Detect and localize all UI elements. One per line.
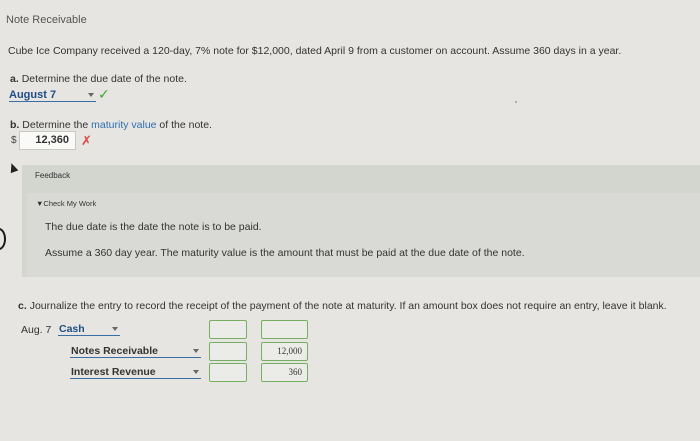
account-select-cash[interactable]: Cash [58,322,120,336]
circle-edge-icon [0,228,6,250]
account-name: Cash [59,322,85,335]
check-my-work-panel [27,193,700,277]
cross-icon: ✗ [81,133,92,148]
part-c-question: c. Journalize the entry to record the re… [18,300,667,312]
maturity-value-input[interactable]: 12,360 [19,131,76,150]
due-date-select[interactable]: August 7 [9,88,96,102]
credit-input-cash[interactable] [261,320,308,339]
feedback-title: Feedback [35,171,71,180]
chevron-down-icon [112,326,118,331]
part-b-question: b. Determine the maturity value of the n… [10,119,212,131]
part-c-letter: c. [18,300,27,312]
problem-statement: Cube Ice Company received a 120-day, 7% … [8,45,622,57]
stray-dot [515,101,517,103]
debit-input-notes-receivable[interactable] [209,342,247,361]
currency-symbol: $ [11,135,17,146]
part-a-letter: a. [10,73,19,85]
part-c-prompt: Journalize the entry to record the recei… [29,300,667,312]
credit-input-notes-receivable[interactable]: 12,000 [261,342,308,361]
mouse-cursor-icon [7,161,19,174]
page-title: Note Receivable [6,14,87,26]
check-my-work-toggle[interactable]: ▼Check My Work [36,199,96,208]
maturity-value-link[interactable]: maturity value [91,119,156,131]
account-select-notes-receivable[interactable]: Notes Receivable [70,344,201,358]
account-name: Interest Revenue [71,365,156,378]
debit-input-cash[interactable] [209,320,247,339]
feedback-line-2: Assume a 360 day year. The maturity valu… [45,247,525,259]
chevron-down-icon [88,92,94,97]
feedback-line-1: The due date is the date the note is to … [45,221,262,233]
account-select-interest-revenue[interactable]: Interest Revenue [70,365,201,379]
part-a-question: a. Determine the due date of the note. [10,73,187,85]
account-name: Notes Receivable [71,344,158,357]
part-b-prompt-pre: Determine the [22,119,89,131]
part-b-prompt-post: of the note. [159,119,212,131]
credit-input-interest-revenue[interactable]: 360 [261,363,308,382]
due-date-value: August 7 [9,88,57,101]
part-b-letter: b. [10,119,20,131]
checkmark-icon: ✓ [98,86,110,102]
chevron-down-icon [193,348,199,353]
debit-input-interest-revenue[interactable] [209,363,247,382]
part-a-prompt: Determine the due date of the note. [21,73,187,85]
chevron-down-icon [193,369,199,374]
entry-date: Aug. 7 [21,324,52,336]
